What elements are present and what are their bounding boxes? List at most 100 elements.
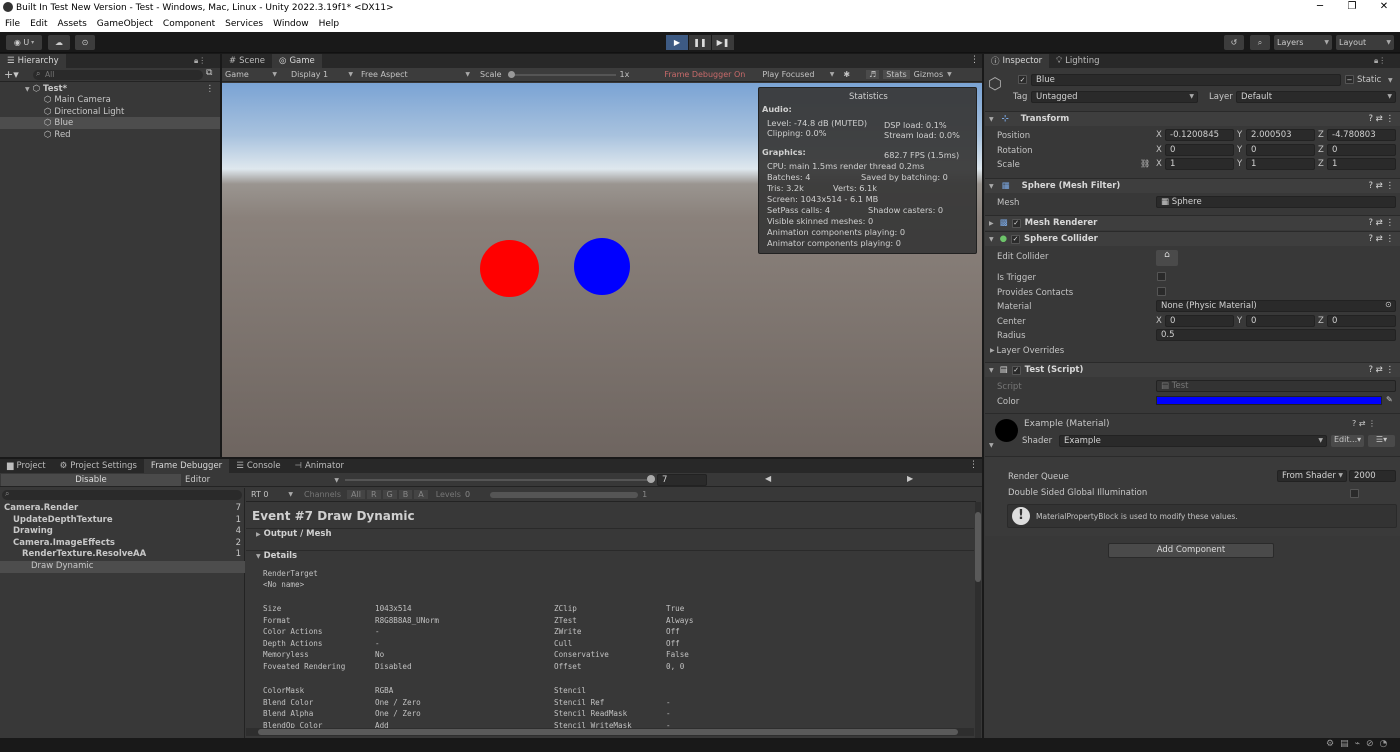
- menu-gameobject[interactable]: GameObject: [92, 19, 158, 29]
- bottom-menu-icon[interactable]: ⋮: [969, 460, 978, 470]
- menu-services[interactable]: Services: [220, 19, 268, 29]
- gizmos-dropdown-icon[interactable]: ▼: [947, 71, 952, 78]
- collab-button[interactable]: ⊙: [75, 35, 95, 50]
- position-y-field[interactable]: 2.000503: [1246, 129, 1315, 141]
- test-script-header[interactable]: ▼ ▤ ✓ Test (Script) ? ⇄ ⋮: [985, 362, 1400, 377]
- scale-slider[interactable]: [507, 70, 616, 80]
- aspect-dropdown[interactable]: Free Aspect ▼: [358, 70, 473, 79]
- game-viewport[interactable]: Statistics Audio: Level: -74.8 dB (MUTED…: [222, 83, 982, 457]
- mesh-filter-header[interactable]: ▼ ▦ Sphere (Mesh Filter) ? ⇄ ⋮: [985, 178, 1400, 193]
- search-button[interactable]: ⌕: [1250, 35, 1270, 50]
- channel-a-button[interactable]: A: [414, 490, 428, 499]
- shader-list-button[interactable]: ☰▾: [1368, 435, 1395, 447]
- event-tree-item[interactable]: RenderTexture.ResolveAA 1: [0, 549, 245, 561]
- details-hscrollbar[interactable]: [246, 728, 974, 736]
- event-number-field[interactable]: 7: [657, 474, 707, 486]
- menu-window[interactable]: Window: [268, 19, 314, 29]
- layers-dropdown[interactable]: Layers ▼: [1274, 35, 1332, 50]
- link-icon[interactable]: ⛓: [1140, 159, 1150, 168]
- render-queue-field[interactable]: 2000: [1349, 470, 1396, 482]
- output-mesh-foldout[interactable]: ▶ Output / Mesh: [246, 528, 974, 543]
- status-icons[interactable]: ⚙▤⌁⊘◔: [1326, 739, 1393, 749]
- details-scrollbar-thumb[interactable]: [975, 512, 981, 582]
- component-menu-icons[interactable]: ? ⇄ ⋮: [1368, 234, 1394, 244]
- eyedropper-icon[interactable]: ✎: [1386, 395, 1393, 404]
- details-scrollbar[interactable]: [975, 502, 981, 738]
- close-icon[interactable]: ✕: [1368, 0, 1400, 16]
- color-field[interactable]: [1156, 396, 1382, 405]
- step-button[interactable]: ▶❚: [712, 35, 734, 50]
- tab-project[interactable]: ▆ Project: [0, 459, 53, 473]
- active-checkbox[interactable]: ✓: [1018, 75, 1027, 84]
- is-trigger-checkbox[interactable]: [1157, 272, 1166, 281]
- scale-x-field[interactable]: 1: [1165, 158, 1234, 170]
- tab-console[interactable]: ☰ Console: [229, 459, 287, 473]
- layer-dropdown[interactable]: Default ▼: [1236, 91, 1396, 103]
- tab-hierarchy[interactable]: ☰ Hierarchy: [0, 54, 66, 68]
- pause-button[interactable]: ❚❚: [689, 35, 711, 50]
- test-script-checkbox[interactable]: ✓: [1011, 365, 1021, 375]
- menu-component[interactable]: Component: [158, 19, 220, 29]
- tab-lighting[interactable]: 💡︎ Lighting: [1049, 54, 1106, 68]
- event-tree-item[interactable]: Draw Dynamic: [0, 561, 245, 573]
- account-button[interactable]: ◉ U ▾: [6, 35, 42, 50]
- static-checkbox[interactable]: −: [1345, 75, 1354, 84]
- channel-all-button[interactable]: All: [347, 490, 365, 499]
- channel-g-button[interactable]: G: [382, 490, 397, 499]
- hierarchy-item-main-camera[interactable]: ⬡ Main Camera: [0, 94, 220, 106]
- add-icon[interactable]: +▾: [4, 68, 19, 81]
- sphere-collider-header[interactable]: ▼ ● ✓ Sphere Collider ? ⇄ ⋮: [985, 231, 1400, 246]
- view-menu-icon[interactable]: ⋮: [970, 55, 979, 65]
- details-hscrollbar-thumb[interactable]: [258, 729, 958, 735]
- provides-contacts-checkbox[interactable]: [1157, 287, 1166, 296]
- scale-thumb[interactable]: [507, 70, 515, 78]
- event-tree-item[interactable]: UpdateDepthTexture 1: [0, 515, 245, 527]
- rotation-z-field[interactable]: 0: [1327, 144, 1396, 156]
- layer-overrides-foldout[interactable]: ▶ Layer Overrides: [990, 344, 1064, 357]
- scene-menu-icon[interactable]: ⋮: [206, 84, 215, 94]
- bug-icon[interactable]: ✱: [843, 70, 850, 79]
- event-tree-item[interactable]: Drawing 4: [0, 526, 245, 538]
- channel-r-button[interactable]: R: [366, 490, 381, 499]
- transform-header[interactable]: ▼ ⊹ Transform ? ⇄ ⋮: [985, 111, 1400, 126]
- tab-inspector[interactable]: ⓘ Inspector: [984, 54, 1050, 68]
- play-button[interactable]: ▶: [666, 35, 688, 50]
- menu-help[interactable]: Help: [314, 19, 345, 29]
- physic-material-field[interactable]: None (Physic Material): [1156, 300, 1396, 312]
- hierarchy-search-input[interactable]: ⌕ All: [33, 69, 203, 80]
- scene-picker-icon[interactable]: ⧉: [206, 68, 212, 78]
- tag-dropdown[interactable]: Untagged ▼: [1031, 91, 1198, 103]
- event-tree-item[interactable]: Camera.Render 7: [0, 503, 245, 515]
- hierarchy-item-blue[interactable]: ⬡ Blue: [0, 117, 220, 129]
- object-picker-icon[interactable]: ⊙: [1385, 300, 1392, 309]
- mesh-renderer-checkbox[interactable]: ✓: [1011, 218, 1021, 228]
- scale-y-field[interactable]: 1: [1246, 158, 1315, 170]
- material-foldout-icon[interactable]: ▼: [989, 442, 994, 449]
- next-event-icon[interactable]: ▶: [907, 474, 913, 483]
- material-menu-icons[interactable]: ? ⇄ ⋮: [1352, 419, 1376, 428]
- game-mode-dropdown[interactable]: Game ▼: [222, 70, 280, 79]
- prev-event-icon[interactable]: ◀: [765, 474, 771, 483]
- layout-dropdown[interactable]: Layout ▼: [1336, 35, 1394, 50]
- disable-button[interactable]: Disable: [1, 474, 181, 486]
- position-z-field[interactable]: -4.780803: [1327, 129, 1396, 141]
- add-component-button[interactable]: Add Component: [1108, 543, 1274, 558]
- event-search-input[interactable]: ⌕: [2, 489, 242, 500]
- static-dropdown-icon[interactable]: ▼: [1388, 77, 1393, 84]
- component-menu-icons[interactable]: ? ⇄ ⋮: [1368, 114, 1394, 124]
- cloud-button[interactable]: ☁: [48, 35, 70, 50]
- component-menu-icons[interactable]: ? ⇄ ⋮: [1368, 365, 1394, 375]
- edit-collider-button[interactable]: ⌂: [1156, 250, 1178, 266]
- mesh-field[interactable]: ▦ Sphere: [1156, 196, 1396, 208]
- menu-assets[interactable]: Assets: [53, 19, 92, 29]
- tab-project-settings[interactable]: ⚙ Project Settings: [53, 459, 144, 473]
- gizmos-button[interactable]: Gizmos: [914, 70, 943, 79]
- display-dropdown[interactable]: Display 1 ▼: [288, 70, 356, 79]
- shader-dropdown[interactable]: Example ▼: [1059, 435, 1327, 447]
- render-queue-dropdown[interactable]: From Shader ▼: [1277, 470, 1347, 482]
- details-foldout[interactable]: ▼ Details: [246, 550, 974, 565]
- hierarchy-item-red[interactable]: ⬡ Red: [0, 129, 220, 141]
- position-x-field[interactable]: -0.1200845: [1165, 129, 1234, 141]
- component-menu-icons[interactable]: ? ⇄ ⋮: [1368, 181, 1394, 191]
- center-z-field[interactable]: 0: [1327, 315, 1396, 327]
